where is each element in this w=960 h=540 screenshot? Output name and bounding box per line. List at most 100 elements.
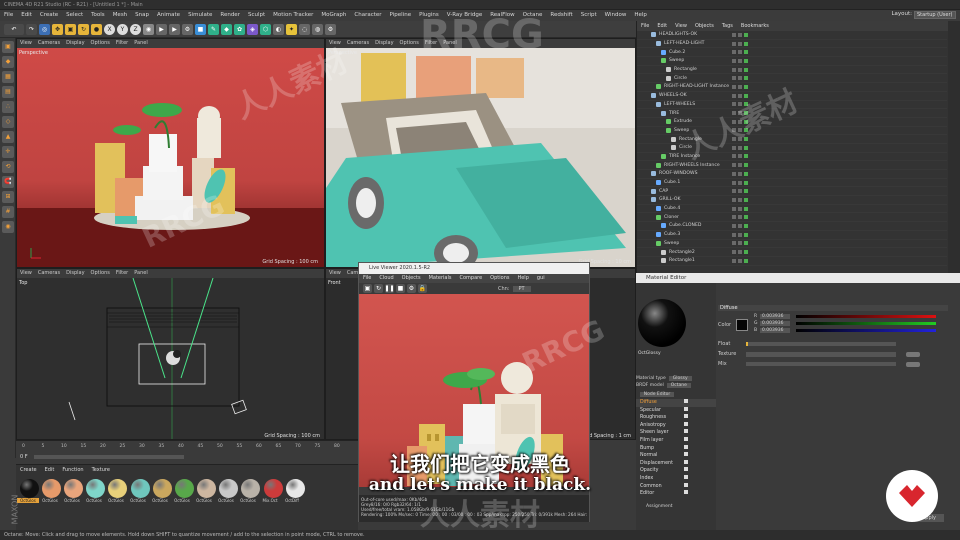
- material-type-dropdown[interactable]: Glossy: [668, 376, 692, 381]
- object-row[interactable]: LEFT-HEAD-LIGHT: [637, 40, 947, 49]
- octane-lock-icon[interactable]: 🔒: [418, 284, 427, 293]
- flag-icon[interactable]: [744, 215, 748, 220]
- timeline[interactable]: 0 5 10 15 20 25 30 35 40 45 50 55 60 65 70 75 80 0 F: [16, 440, 358, 464]
- visibility-flags[interactable]: [732, 102, 750, 107]
- vp-menu-cameras[interactable]: Cameras: [344, 39, 372, 48]
- light-icon[interactable]: ✦: [286, 23, 297, 35]
- flag-icon[interactable]: [732, 32, 736, 37]
- octane-menu-materials[interactable]: Materials: [425, 274, 456, 283]
- snap-icon[interactable]: 🧲: [2, 176, 14, 188]
- menu-pipeline[interactable]: Pipeline: [386, 10, 416, 21]
- menu-sculpt[interactable]: Sculpt: [244, 10, 269, 21]
- vp-menu-panel[interactable]: Panel: [131, 269, 151, 278]
- material-label[interactable]: OctGlos: [17, 498, 39, 503]
- layout-dropdown[interactable]: Startup (User): [914, 11, 956, 19]
- channel-checkbox[interactable]: [684, 399, 688, 403]
- channel-item[interactable]: Specular: [636, 406, 716, 415]
- object-row[interactable]: Rectangle1: [637, 257, 947, 266]
- visibility-flags[interactable]: [732, 50, 750, 55]
- menu-tools[interactable]: Tools: [87, 10, 109, 21]
- brdf-dropdown[interactable]: Octane: [666, 383, 691, 388]
- visibility-flags[interactable]: [732, 111, 750, 116]
- menu-redshift[interactable]: Redshift: [546, 10, 576, 21]
- object-row[interactable]: Cube.4: [637, 205, 947, 214]
- menu-simulate[interactable]: Simulate: [184, 10, 216, 21]
- material-swatch[interactable]: [130, 479, 150, 498]
- octane-settings-icon[interactable]: ⚙: [325, 23, 336, 35]
- material-swatch[interactable]: [19, 479, 39, 498]
- y-axis-icon[interactable]: Y: [117, 23, 128, 35]
- material-label[interactable]: OctGlos: [149, 498, 171, 503]
- assignment-tab[interactable]: Assignment: [646, 504, 716, 509]
- channel-item[interactable]: Roughness: [636, 414, 716, 422]
- coordinate-system-icon[interactable]: ◉: [143, 23, 154, 35]
- flag-icon[interactable]: [738, 171, 742, 176]
- menu-edit[interactable]: Edit: [17, 10, 36, 21]
- texture-slot[interactable]: [746, 351, 896, 357]
- channel-checkbox[interactable]: [684, 444, 688, 449]
- channel-dropdown[interactable]: PT: [512, 285, 531, 292]
- obj-menu-view[interactable]: View: [671, 21, 691, 31]
- vp-menu-panel[interactable]: Panel: [440, 39, 460, 48]
- obj-menu-objects[interactable]: Objects: [691, 21, 718, 31]
- object-row[interactable]: GRILL-OK: [637, 196, 947, 205]
- solo-icon[interactable]: ◉: [2, 221, 14, 233]
- flag-icon[interactable]: [744, 93, 748, 98]
- menu-mograph[interactable]: MoGraph: [317, 10, 350, 21]
- material-swatch[interactable]: [108, 479, 128, 498]
- channel-checkbox[interactable]: [684, 414, 688, 419]
- object-row[interactable]: TIRE Instance: [637, 153, 947, 162]
- flag-icon[interactable]: [732, 154, 736, 159]
- material-menu-function[interactable]: Function: [58, 467, 87, 473]
- menu-mesh[interactable]: Mesh: [109, 10, 131, 21]
- channel-checkbox[interactable]: [684, 421, 688, 426]
- channel-item[interactable]: Displacement: [636, 459, 716, 468]
- flag-icon[interactable]: [738, 232, 742, 237]
- object-row[interactable]: Rectangle2: [637, 248, 947, 257]
- flag-icon[interactable]: [744, 154, 748, 159]
- axis-mode-icon[interactable]: ✛: [2, 146, 14, 158]
- visibility-flags[interactable]: [732, 180, 750, 185]
- workplane-lock-icon[interactable]: ⊞: [2, 191, 14, 203]
- current-frame[interactable]: 0 F: [20, 454, 28, 460]
- render-view-icon[interactable]: ▶: [156, 23, 167, 35]
- rotate-icon[interactable]: ↻: [78, 23, 89, 35]
- flag-icon[interactable]: [738, 41, 742, 46]
- object-row[interactable]: RIGHT-HEAD-LIGHT Instance: [637, 83, 947, 92]
- flag-icon[interactable]: [732, 145, 736, 150]
- visibility-flags[interactable]: [732, 76, 750, 81]
- vp-menu-display[interactable]: Display: [63, 269, 87, 278]
- flag-icon[interactable]: [744, 32, 748, 37]
- obj-menu-bookmarks[interactable]: Bookmarks: [737, 21, 773, 31]
- flag-icon[interactable]: [744, 180, 748, 185]
- channel-checkbox[interactable]: [684, 490, 688, 495]
- flag-icon[interactable]: [744, 258, 748, 263]
- rgb-value-field[interactable]: 0.003936: [760, 328, 790, 333]
- right-side-tabs[interactable]: [948, 21, 960, 273]
- material-label[interactable]: OctGlos: [83, 498, 105, 503]
- grid-icon[interactable]: #: [2, 206, 14, 218]
- octane-restart-icon[interactable]: ↻: [374, 284, 383, 293]
- octane-live-icon[interactable]: ◍: [312, 23, 323, 35]
- scene-icon[interactable]: ⬡: [260, 23, 271, 35]
- flag-icon[interactable]: [732, 128, 736, 133]
- flag-icon[interactable]: [732, 93, 736, 98]
- make-editable-icon[interactable]: ▣: [2, 41, 14, 53]
- edges-mode-icon[interactable]: ◇: [2, 116, 14, 128]
- object-row[interactable]: LEFT-WHEELS: [637, 101, 947, 110]
- flag-icon[interactable]: [744, 171, 748, 176]
- menu-v-ray-bridge[interactable]: V-Ray Bridge: [443, 10, 486, 21]
- node-editor-button[interactable]: Node Editor: [640, 392, 674, 397]
- visibility-flags[interactable]: [732, 119, 750, 124]
- channel-checkbox[interactable]: [684, 452, 688, 457]
- object-row[interactable]: Cube.2: [637, 48, 947, 58]
- flag-icon[interactable]: [744, 206, 748, 211]
- menu-script[interactable]: Script: [577, 10, 601, 21]
- flag-icon[interactable]: [732, 163, 736, 168]
- object-row[interactable]: RIGHT-WHEELS Instance: [637, 161, 947, 170]
- flag-icon[interactable]: [732, 180, 736, 185]
- flag-icon[interactable]: [738, 154, 742, 159]
- material-swatch[interactable]: [241, 479, 261, 498]
- flag-icon[interactable]: [738, 197, 742, 202]
- object-row[interactable]: Cloner: [637, 213, 947, 223]
